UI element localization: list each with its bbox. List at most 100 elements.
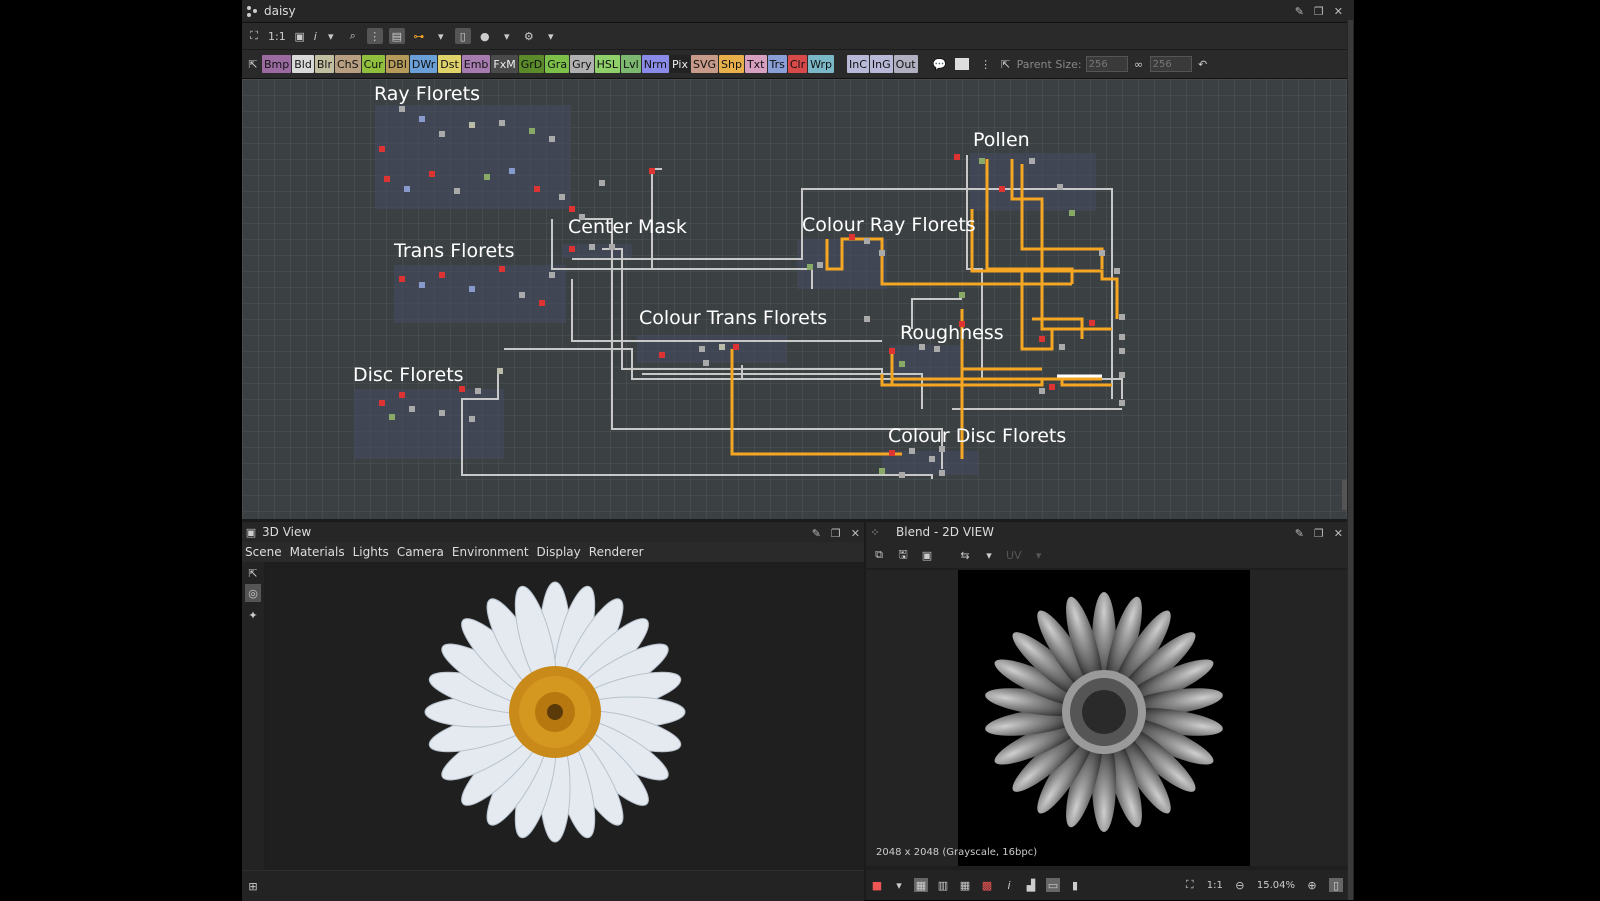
graph-node[interactable] [939,470,945,476]
fit-view-icon[interactable]: ⛶ [1183,878,1197,892]
graph-node[interactable] [817,262,823,268]
info-icon[interactable]: i [1002,878,1016,892]
link-style-icon[interactable]: ⊶ [411,28,427,44]
graph-node[interactable] [807,264,813,270]
graph-node[interactable] [719,344,725,350]
graph-node[interactable] [1029,158,1035,164]
graph-node[interactable] [475,388,481,394]
layout-icon[interactable]: ▯ [1329,878,1343,892]
chevron-down-icon[interactable]: ▾ [543,28,559,44]
camera-tool-icon[interactable]: ◎ [245,584,261,602]
comment-icon[interactable]: ▯ [454,28,471,44]
close-icon[interactable]: ✕ [1334,527,1343,540]
scene-tree-icon[interactable]: ⊞ [246,879,260,893]
fit-view-icon[interactable]: ⛶ [246,28,262,44]
graph-node[interactable] [899,361,905,367]
node-button-trs[interactable]: Trs [767,55,787,73]
graph-node[interactable] [954,154,960,160]
graph-node[interactable] [497,368,503,374]
histogram-icon[interactable]: ▟ [1024,878,1038,892]
graph-node[interactable] [569,246,575,252]
pin-icon[interactable]: ✎ [1295,527,1304,540]
graph-node[interactable] [609,244,615,250]
3d-viewport[interactable] [266,564,864,868]
popout-icon[interactable]: ⇱ [246,566,260,580]
graph-node[interactable] [864,316,870,322]
channels-icon[interactable]: ▮ [1068,878,1082,892]
undo-icon[interactable]: ↶ [1196,57,1210,71]
node-button-pix[interactable]: Pix [670,55,690,73]
graph-node[interactable] [899,472,905,478]
graph-node[interactable] [889,450,895,456]
graph-node[interactable] [404,186,410,192]
graph-node[interactable] [529,128,535,134]
restore-icon[interactable]: ❐ [831,527,841,540]
menu-lights[interactable]: Lights [353,545,389,559]
chevron-down-icon[interactable]: ▾ [892,878,906,892]
graph-node[interactable] [1119,372,1125,378]
node-button-dbl[interactable]: DBl [385,55,409,73]
graph-node[interactable] [1119,334,1125,340]
vertical-scrollbar[interactable] [1347,0,1354,900]
graph-node[interactable] [549,272,555,278]
grid-icon[interactable]: ▦ [958,878,972,892]
graph-node[interactable] [399,392,405,398]
graph-node[interactable] [419,116,425,122]
graph-node[interactable] [929,456,935,462]
graph-node[interactable] [1119,314,1125,320]
graph-node[interactable] [459,386,465,392]
2d-viewport[interactable]: 2048 x 2048 (Grayscale, 16bpc) [866,570,1347,866]
graph-node[interactable] [1049,384,1055,390]
frame-add-icon[interactable] [954,58,969,70]
node-button-lvl[interactable]: Lvl [621,55,641,73]
popout-icon[interactable]: ⇱ [246,57,260,71]
comment-bubble-icon[interactable]: 💬 [933,57,947,71]
link-icon[interactable]: ∞ [1132,57,1146,71]
graph-node[interactable] [469,122,475,128]
graph-node[interactable] [879,468,885,474]
graph-node[interactable] [419,282,425,288]
node-button-gry[interactable]: Gry [570,55,594,73]
tile-icon[interactable]: ▩ [980,878,994,892]
node-button-svg[interactable]: SVG [690,55,719,73]
graph-node[interactable] [889,348,895,354]
chevron-down-icon[interactable]: ▾ [433,28,449,44]
graph-node[interactable] [699,346,705,352]
graph-node[interactable] [519,292,525,298]
menu-environment[interactable]: Environment [452,545,529,559]
color-picker-icon[interactable]: ▭ [1046,878,1060,892]
pin-icon[interactable]: ✎ [812,527,821,540]
node-button-fxm[interactable]: FxM [491,55,518,73]
graph-node[interactable] [934,346,940,352]
graph-node[interactable] [379,146,385,152]
graph-node[interactable] [1089,320,1095,326]
graph-node[interactable] [439,272,445,278]
checker-icon[interactable]: ▦ [914,878,928,892]
node-button-inc[interactable]: InC [847,55,869,73]
chevron-down-icon[interactable]: ▾ [982,548,996,562]
graph-node[interactable] [439,131,445,137]
node-button-cur[interactable]: Cur [361,55,385,73]
graph-node[interactable] [589,244,595,250]
graph-node[interactable] [879,250,885,256]
node-button-blr[interactable]: Blr [314,55,334,73]
node-button-hsl[interactable]: HSL [594,55,621,73]
menu-materials[interactable]: Materials [290,545,345,559]
zoom-in-icon[interactable]: ⊕ [1305,878,1319,892]
graph-node[interactable] [439,410,445,416]
graph-node[interactable] [1099,250,1105,256]
graph-node[interactable] [979,158,985,164]
graph-node[interactable] [1057,184,1063,190]
graph-node[interactable] [1059,344,1065,350]
node-button-clr[interactable]: Clr [787,55,808,73]
chevron-down-icon[interactable]: ▾ [323,28,339,44]
node-button-dst[interactable]: Dst [438,55,461,73]
parent-size-height[interactable] [1149,56,1192,72]
close-icon[interactable]: ✕ [1334,5,1343,18]
graph-node[interactable] [1114,268,1120,274]
channel-icon[interactable]: ■ [870,878,884,892]
graph-node[interactable] [1039,388,1045,394]
graph-node[interactable] [1039,336,1045,342]
graph-node[interactable] [559,194,565,200]
restore-icon[interactable]: ❐ [1314,5,1324,18]
